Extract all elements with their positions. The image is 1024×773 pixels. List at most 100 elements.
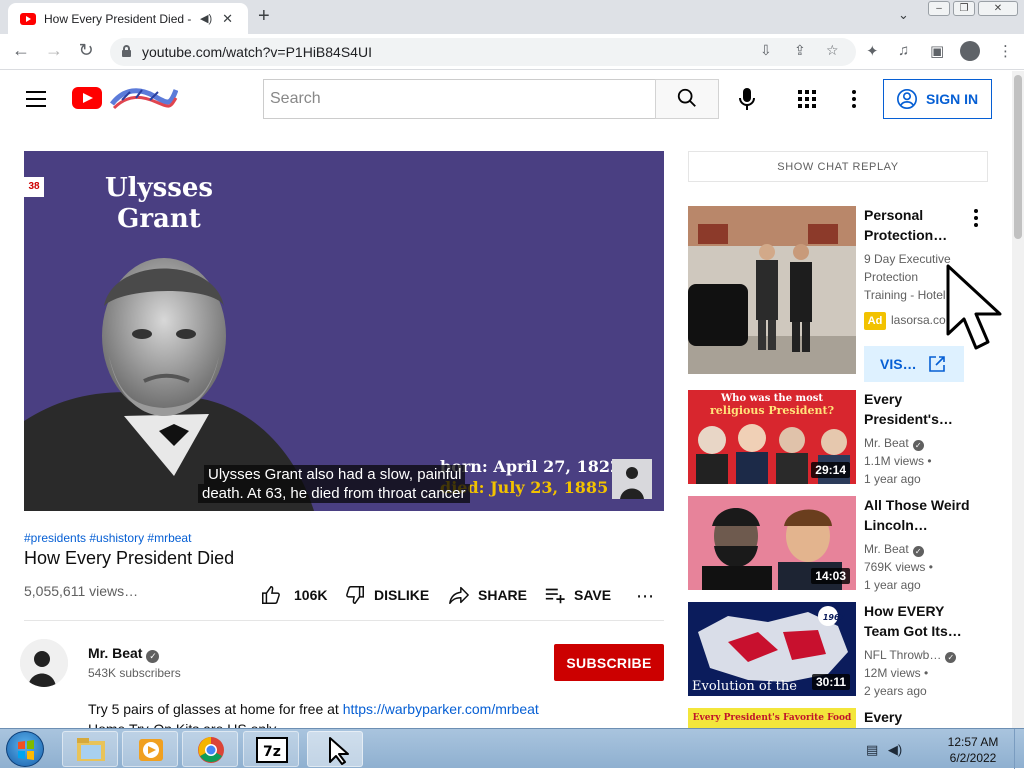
more-actions-icon[interactable]: ⋯: [636, 586, 654, 607]
ad-badge: Ad: [864, 312, 886, 330]
media-queue-icon[interactable]: ♫: [898, 42, 909, 59]
ad-menu-kebab-icon[interactable]: [972, 208, 980, 228]
divider: [24, 620, 664, 621]
microphone-icon[interactable]: [736, 85, 758, 113]
subscriber-count: 543K subscribers: [88, 666, 181, 680]
taskbar-chrome[interactable]: [182, 731, 238, 767]
hamburger-menu-icon[interactable]: [26, 91, 46, 107]
channel-avatar[interactable]: [20, 639, 68, 687]
mouse-cursor-icon: [946, 264, 1002, 350]
browser-menu-icon[interactable]: ⋮: [998, 42, 1013, 60]
verified-check-icon: ✓: [146, 650, 160, 663]
duration-badge: 14:03: [811, 568, 850, 584]
scrollbar-thumb[interactable]: [1014, 75, 1022, 239]
doodle-logo-icon[interactable]: [110, 84, 178, 112]
presenter-overlay-icon: [612, 459, 652, 499]
tab-close-icon[interactable]: ✕: [222, 11, 233, 27]
sign-in-button[interactable]: SIGN IN: [883, 79, 992, 119]
back-arrow-icon[interactable]: ←: [9, 40, 33, 61]
youtube-logo-icon[interactable]: [72, 87, 102, 109]
new-tab-button[interactable]: +: [258, 5, 270, 28]
save-button[interactable]: SAVE: [544, 584, 611, 606]
search-button[interactable]: [655, 79, 719, 119]
tab-title: How Every President Died -: [44, 11, 192, 26]
taskbar-media-player[interactable]: [122, 731, 178, 767]
search-input[interactable]: [263, 79, 656, 119]
url-text[interactable]: youtube.com/watch?v=P1HiB84S4UI: [142, 44, 372, 60]
reload-icon[interactable]: ↻: [74, 40, 98, 61]
account-circle-icon: [897, 89, 917, 109]
duration-badge: 30:11: [811, 674, 850, 690]
volume-icon[interactable]: ◀): [888, 742, 902, 757]
verified-check-icon: ✓: [945, 652, 957, 663]
taskbar-explorer[interactable]: [62, 731, 118, 767]
related-thumbnail-1[interactable]: Who was the most religious President? 29…: [688, 390, 856, 484]
video-title: How Every President Died: [24, 548, 235, 568]
sign-in-label: SIGN IN: [926, 91, 979, 107]
ad-thumbnail[interactable]: [688, 206, 856, 374]
ad-title[interactable]: Personal Protection…: [864, 205, 974, 245]
related-meta-1: Mr. Beat ✓ 1.1M views • 1 year ago: [864, 436, 932, 486]
page-scrollbar[interactable]: [1012, 71, 1024, 728]
save-label: SAVE: [574, 587, 612, 603]
extensions-puzzle-icon[interactable]: ✦: [866, 42, 879, 60]
minimize-button[interactable]: –: [928, 1, 950, 16]
profile-avatar-icon[interactable]: [960, 41, 980, 61]
related-thumbnail-3[interactable]: 1967 Evolution of the 30:11: [688, 602, 856, 696]
search-icon: [677, 88, 696, 107]
7zip-icon: 7z: [256, 737, 288, 763]
channel-name[interactable]: Mr. Beat ✓: [88, 645, 160, 663]
description-link[interactable]: https://warbyparker.com/mrbeat: [343, 701, 539, 717]
video-captions: Ulysses Grant also had a slow, painful d…: [198, 465, 470, 503]
like-count: 106K: [294, 587, 328, 603]
share-page-icon[interactable]: ⇪: [794, 42, 806, 59]
svg-text:7z: 7z: [263, 744, 281, 760]
related-title-4[interactable]: Every: [864, 707, 974, 727]
share-label: SHARE: [478, 587, 528, 603]
address-bar[interactable]: youtube.com/watch?v=P1HiB84S4UI ⇩ ⇪ ☆: [110, 38, 856, 66]
audio-playing-icon[interactable]: ◀): [200, 12, 212, 25]
chrome-icon: [198, 737, 224, 763]
description-line-1: Try 5 pairs of glasses at home for free …: [88, 701, 539, 717]
caption-line-2: death. At 63, he died from throat cancer: [198, 484, 470, 503]
show-desktop-button[interactable]: [1014, 729, 1024, 769]
verified-check-icon: ✓: [912, 440, 924, 451]
network-icon[interactable]: ▤: [866, 742, 878, 757]
start-button-icon[interactable]: [6, 731, 44, 767]
window-close-button[interactable]: ✕: [978, 1, 1018, 16]
related-thumbnail-4[interactable]: Every President's Favorite Food: [688, 708, 856, 728]
lock-icon[interactable]: [122, 45, 131, 57]
thumbs-down-icon: [346, 586, 364, 604]
install-app-icon[interactable]: ⇩: [760, 42, 772, 59]
apps-grid-icon[interactable]: [797, 89, 817, 109]
forward-arrow-icon[interactable]: →: [42, 40, 66, 61]
corner-badge-icon: 38: [24, 177, 44, 197]
related-title-1[interactable]: Every President's…: [864, 389, 974, 429]
tab-search-chevron-icon[interactable]: ⌄: [898, 7, 909, 23]
settings-kebab-icon[interactable]: [848, 87, 860, 111]
taskbar-active-app[interactable]: [307, 731, 363, 767]
media-player-icon: [139, 739, 163, 761]
taskbar-7zip[interactable]: 7z: [243, 731, 299, 767]
restore-button[interactable]: ❐: [953, 1, 975, 16]
view-count[interactable]: 5,055,611 views…: [24, 583, 138, 599]
share-button[interactable]: SHARE: [448, 584, 527, 606]
windows-logo-icon: [18, 740, 34, 760]
playlist-add-icon: [545, 588, 565, 604]
related-thumbnail-2[interactable]: 14:03: [688, 496, 856, 590]
video-player[interactable]: 38 Ulysses Grant born: April 27, 1822 di…: [24, 151, 664, 511]
related-thumbnail-4-image: Every President's Favorite Food: [688, 708, 856, 728]
side-panel-icon[interactable]: ▣: [930, 42, 944, 60]
show-chat-replay-button[interactable]: SHOW CHAT REPLAY: [688, 151, 988, 182]
taskbar-clock[interactable]: 12:57 AM 6/2/2022: [938, 734, 1008, 766]
caption-line-1: Ulysses Grant also had a slow, painful: [204, 465, 466, 484]
browser-tab-strip: How Every President Died - ◀) ✕ + ⌄ – ❐ …: [0, 0, 1024, 34]
like-button[interactable]: 106K: [260, 584, 327, 606]
bookmark-star-icon[interactable]: ☆: [826, 42, 839, 59]
subscribe-button[interactable]: SUBSCRIBE: [554, 644, 664, 681]
related-title-2[interactable]: All Those Weird Lincoln…: [864, 495, 974, 535]
hashtags[interactable]: #presidents #ushistory #mrbeat: [24, 531, 191, 545]
related-title-3[interactable]: How EVERY Team Got Its…: [864, 601, 974, 641]
browser-tab[interactable]: How Every President Died - ◀) ✕: [8, 3, 248, 34]
dislike-button[interactable]: DISLIKE: [344, 584, 429, 606]
